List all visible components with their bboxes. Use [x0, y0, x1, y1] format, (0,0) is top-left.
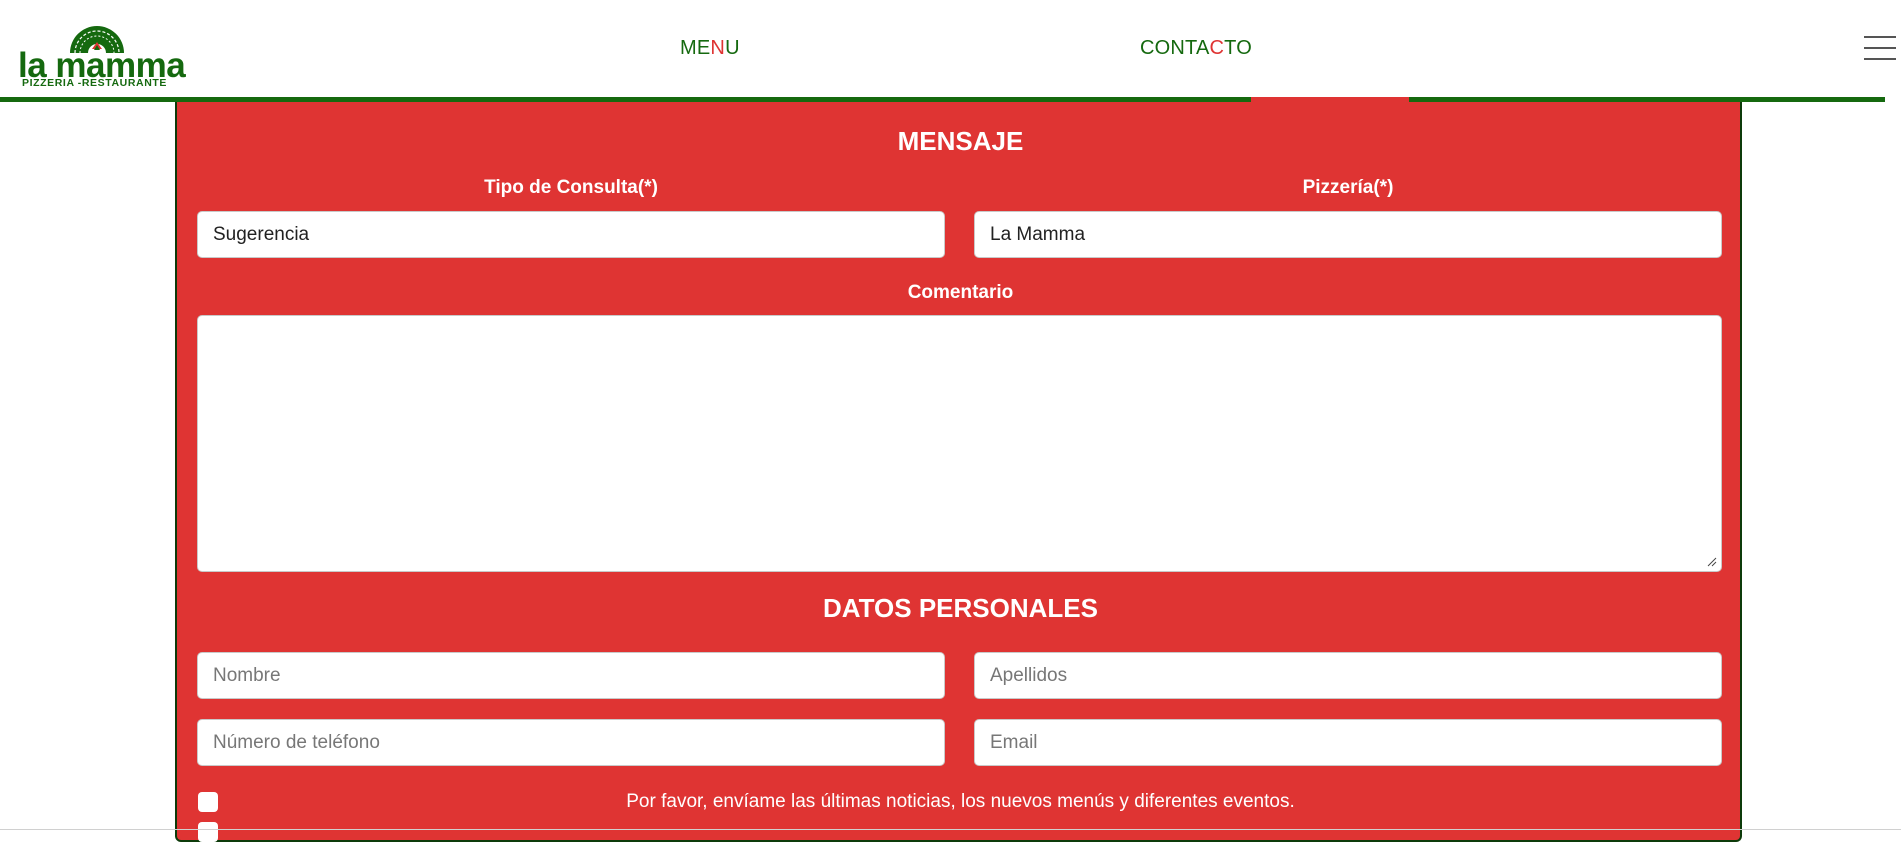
hamburger-bar — [1864, 47, 1896, 49]
logo[interactable]: la mamma PIZZERIA -RESTAURANTE — [16, 15, 186, 91]
consulta-label: Tipo de Consulta(*) — [484, 177, 658, 198]
nav-menu-link[interactable]: MENU — [680, 37, 740, 60]
logo-tagline: PIZZERIA -RESTAURANTE — [22, 77, 168, 89]
hamburger-bar — [1864, 36, 1896, 38]
viewport-divider — [0, 829, 1901, 830]
newsletter-label: Por favor, envíame las últimas noticias,… — [626, 791, 1295, 812]
consulta-select[interactable]: Sugerencia — [197, 211, 945, 258]
pizzeria-label: Pizzería(*) — [1302, 177, 1394, 198]
telefono-input[interactable]: Número de teléfono — [197, 719, 945, 766]
apellidos-input[interactable]: Apellidos — [974, 652, 1722, 699]
nav-contacto-label-highlight: C — [1209, 37, 1225, 59]
personal-section-title: DATOS PERSONALES — [823, 593, 1098, 623]
message-section-title: MENSAJE — [897, 126, 1024, 156]
privacy-checkbox[interactable] — [198, 822, 218, 842]
hamburger-bar — [1864, 58, 1896, 60]
pizzeria-select[interactable]: La Mamma — [974, 211, 1722, 258]
nav-menu-label-highlight: N — [710, 37, 726, 59]
contact-form: MENSAJE Tipo de Consulta(*) Pizzería(*) … — [175, 102, 1742, 842]
nav-menu-label-start: ME — [680, 37, 711, 59]
email-input[interactable]: Email — [974, 719, 1722, 766]
hamburger-icon[interactable] — [1864, 34, 1896, 62]
nav-contacto-label-start: CONTA — [1140, 37, 1210, 59]
nav-contacto-label-end: TO — [1224, 37, 1252, 59]
resize-grip-icon[interactable] — [1707, 557, 1717, 567]
comentario-label: Comentario — [907, 282, 1014, 303]
nav-menu-label-end: U — [725, 37, 740, 59]
nombre-input[interactable]: Nombre — [197, 652, 945, 699]
nav-contacto-link[interactable]: CONTACTO — [1140, 37, 1252, 60]
comentario-textarea[interactable] — [197, 315, 1722, 572]
site-header: la mamma PIZZERIA -RESTAURANTE MENU CONT… — [0, 0, 1901, 104]
